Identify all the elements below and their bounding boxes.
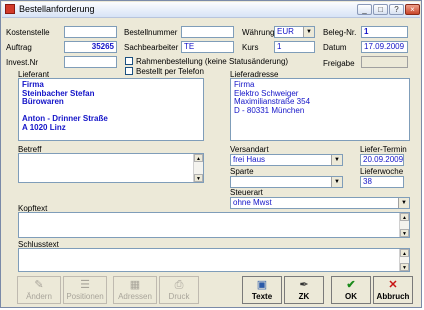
druck-button[interactable]: ⎙ Druck [159,276,199,304]
kostenstelle-label: Kostenstelle [6,28,50,37]
liefertermin-field[interactable]: 20.09.2009 [360,154,404,166]
document-icon: ▣ [256,279,268,291]
abbruch-label: Abbruch [376,292,410,301]
bestellnummer-label: Bestellnummer [124,28,178,37]
pen-icon: ✒ [299,279,309,291]
lieferwoche-label: Lieferwoche [360,167,404,176]
scroll-up-icon[interactable]: ▲ [194,154,203,162]
betreff-textarea[interactable]: ▲ ▼ [18,153,204,183]
datum-label: Datum [323,43,347,52]
chevron-down-icon[interactable]: ▼ [331,177,342,187]
versandart-label: Versandart [230,145,269,154]
aendern-label: Ändern [26,292,52,301]
rahmenbestellung-checkbox[interactable] [125,57,133,65]
minimize-icon[interactable]: _ [357,4,372,15]
chevron-down-icon[interactable]: ▼ [398,198,409,208]
title-bar[interactable]: Bestellanforderung _ □ ? × [2,2,420,18]
checkmark-icon: ✔ [346,279,356,291]
texte-label: Texte [251,292,273,301]
kopftext-scrollbar[interactable]: ▲ ▼ [399,213,409,237]
kurs-label: Kurs [242,43,259,52]
bestellanforderung-window: Bestellanforderung _ □ ? × Kostenstelle … [0,0,422,308]
rahmenbestellung-label: Rahmenbestellung (keine Statusänderung) [136,57,289,66]
auftrag-field[interactable]: 35265 [64,41,117,53]
zk-button[interactable]: ✒ ZK [284,276,324,304]
positionen-label: Positionen [66,292,104,301]
ok-button[interactable]: ✔ OK [331,276,371,304]
investnr-label: Invest.Nr [6,58,39,67]
belegnr-label: Beleg-Nr. [323,28,357,37]
texte-button[interactable]: ▣ Texte [242,276,282,304]
window-title: Bestellanforderung [19,4,95,14]
scroll-down-icon[interactable]: ▼ [194,174,203,182]
lieferant-line: A 1020 Linz [22,122,66,132]
scroll-down-icon[interactable]: ▼ [400,263,409,271]
scroll-down-icon[interactable]: ▼ [400,229,409,237]
printer-icon: ⎙ [174,279,184,291]
bestellnummer-field[interactable] [181,26,234,38]
kostenstelle-field[interactable] [64,26,117,38]
adressen-button[interactable]: ▦ Adressen [113,276,157,304]
address-book-icon: ▦ [129,279,141,291]
scroll-up-icon[interactable]: ▲ [400,213,409,221]
positionen-button[interactable]: ☰ Positionen [63,276,107,304]
waehrung-label: Währung [242,28,275,37]
versandart-select[interactable]: frei Haus ▼ [230,154,343,166]
lieferadresse-box[interactable]: Firma Elektro Schweiger Maximilianstraße… [230,78,410,141]
schlusstext-scrollbar[interactable]: ▲ ▼ [399,249,409,271]
telefon-label: Bestellt per Telefon [136,67,204,76]
auftrag-label: Auftrag [6,43,32,52]
chevron-down-icon[interactable]: ▼ [303,27,314,37]
liefertermin-label: Liefer-Termin [360,145,407,154]
app-icon [5,4,15,14]
close-icon[interactable]: × [405,4,420,15]
lieferwoche-field[interactable]: 38 [360,176,404,188]
freigabe-field[interactable] [361,56,408,68]
steuerart-value: ohne Mwst [233,198,272,207]
waehrung-select[interactable]: EUR ▼ [274,26,315,38]
kopftext-textarea[interactable]: ▲ ▼ [18,212,410,238]
belegnr-field[interactable]: 1 [361,26,408,38]
abbruch-button[interactable]: ✕ Abbruch [373,276,413,304]
list-icon: ☰ [80,279,90,291]
sachbearbeiter-field[interactable]: TE [181,41,234,53]
lieferadresse-address: Firma Elektro Schweiger Maximilianstraße… [234,80,310,115]
lieferant-line: Bürowaren [22,97,64,106]
kurs-field[interactable]: 1 [274,41,315,53]
sparte-select[interactable]: ▼ [230,176,343,188]
freigabe-label: Freigabe [323,59,355,68]
steuerart-label: Steuerart [230,188,263,197]
betreff-scrollbar[interactable]: ▲ ▼ [193,154,203,182]
telefon-checkbox[interactable] [125,67,133,75]
help-icon[interactable]: ? [389,4,404,15]
sachbearbeiter-label: Sachbearbeiter [124,43,179,52]
ok-label: OK [345,292,357,301]
lieferadresse-line: D - 80331 München [234,105,305,115]
maximize-icon[interactable]: □ [373,4,388,15]
waehrung-value: EUR [277,27,294,36]
steuerart-select[interactable]: ohne Mwst ▼ [230,197,410,209]
datum-field[interactable]: 17.09.2009 [361,41,408,53]
aendern-button[interactable]: ✎ Ändern [17,276,61,304]
scroll-up-icon[interactable]: ▲ [400,249,409,257]
druck-label: Druck [168,292,190,301]
versandart-value: frei Haus [233,155,266,164]
lieferant-address: Firma Steinbacher Stefan Bürowaren Anton… [22,80,108,132]
investnr-field[interactable] [64,56,117,68]
chevron-down-icon[interactable]: ▼ [331,155,342,165]
schlusstext-textarea[interactable]: ▲ ▼ [18,248,410,272]
zk-label: ZK [298,292,310,301]
sparte-label: Sparte [230,167,254,176]
close-icon: ✕ [388,279,398,291]
lieferant-box[interactable]: Firma Steinbacher Stefan Bürowaren Anton… [18,78,204,141]
adressen-label: Adressen [118,292,152,301]
edit-icon: ✎ [34,279,44,291]
